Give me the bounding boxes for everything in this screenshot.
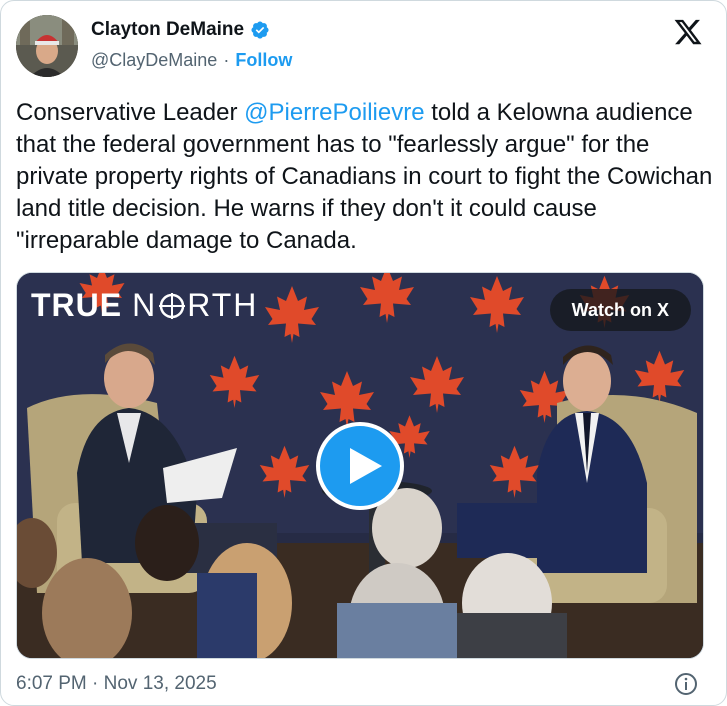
avatar[interactable] <box>16 15 78 77</box>
video-player[interactable]: TRUE N RTH Watch on X <box>16 272 704 659</box>
brand-true: TRUE <box>31 287 123 323</box>
watch-on-x-button[interactable]: Watch on X <box>549 289 691 331</box>
tweet-text-part: Conservative Leader <box>16 99 245 126</box>
play-icon <box>350 448 382 484</box>
follow-button[interactable]: Follow <box>235 50 292 71</box>
mention-link[interactable]: @PierrePoilievre <box>244 99 424 126</box>
play-button[interactable] <box>316 422 404 510</box>
tweet-card: Clayton DeMaine @ClayDeMaine · Follow Co… <box>0 0 727 706</box>
x-logo-icon[interactable] <box>672 17 704 47</box>
verified-badge-icon <box>251 21 269 39</box>
brand-north-rest: RTH <box>187 287 259 323</box>
brand-north-n: N <box>132 287 158 323</box>
info-icon[interactable] <box>674 672 698 696</box>
author-display-name[interactable]: Clayton DeMaine <box>91 19 244 41</box>
true-north-logo: TRUE N RTH <box>31 287 258 324</box>
separator-dot: · <box>223 50 230 70</box>
author-handle[interactable]: @ClayDeMaine <box>91 50 217 71</box>
author-handle-row: @ClayDeMaine · Follow <box>91 50 292 71</box>
tweet-timestamp[interactable]: 6:07 PM · Nov 13, 2025 <box>16 673 217 695</box>
compass-icon <box>159 292 186 319</box>
tweet-text: Conservative Leader @PierrePoilievre tol… <box>16 97 714 257</box>
author-name-row: Clayton DeMaine <box>91 19 270 41</box>
